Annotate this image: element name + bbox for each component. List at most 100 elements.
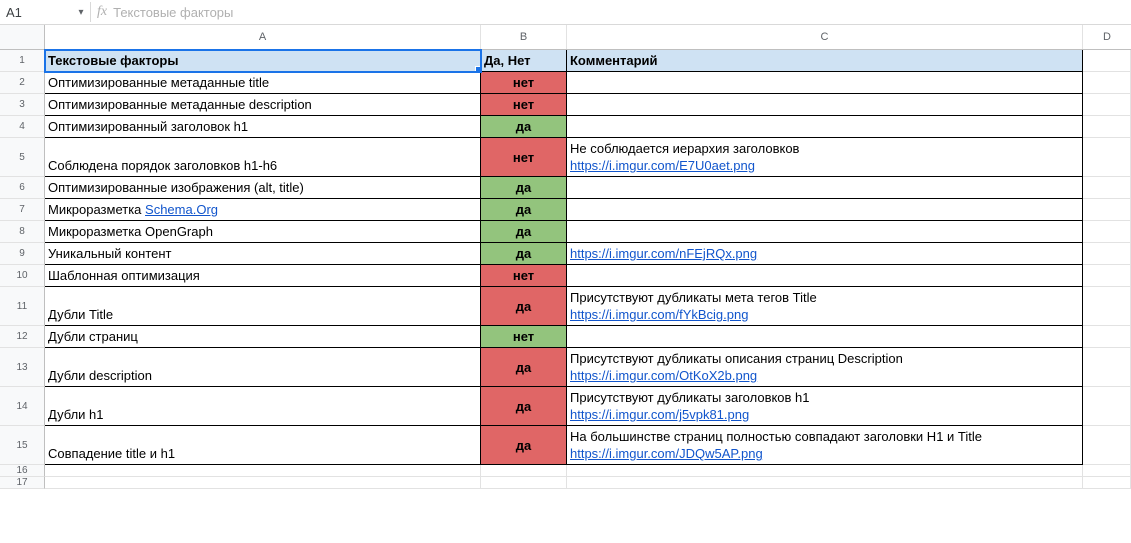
cell-yes-no[interactable]: да: [481, 199, 567, 221]
cell-yes-no[interactable]: нет: [481, 138, 567, 177]
row-number[interactable]: 12: [0, 326, 45, 348]
cell-comment[interactable]: Присутствуют дубликаты заголовков h1http…: [567, 387, 1083, 426]
row-number[interactable]: 1: [0, 50, 45, 72]
cell-empty-d[interactable]: [1083, 199, 1131, 221]
cell-yes-no[interactable]: нет: [481, 94, 567, 116]
cell-text-a[interactable]: Микроразметка OpenGraph: [45, 221, 481, 243]
cell-text-a[interactable]: Оптимизированные изображения (alt, title…: [45, 177, 481, 199]
cell-comment[interactable]: [567, 177, 1083, 199]
cell-empty[interactable]: [481, 465, 567, 477]
cell-link[interactable]: https://i.imgur.com/E7U0aet.png: [570, 158, 755, 173]
name-box-dropdown-icon[interactable]: ▾: [72, 7, 90, 18]
cell-comment[interactable]: Не соблюдается иерархия заголовковhttps:…: [567, 138, 1083, 177]
column-header-d[interactable]: D: [1083, 25, 1131, 49]
row-number[interactable]: 7: [0, 199, 45, 221]
cell-header-b[interactable]: Да, Нет: [481, 50, 567, 72]
cell-yes-no[interactable]: нет: [481, 72, 567, 94]
row-number[interactable]: 10: [0, 265, 45, 287]
cell-empty-d[interactable]: [1083, 426, 1131, 465]
row-number[interactable]: 14: [0, 387, 45, 426]
cell-yes-no[interactable]: да: [481, 177, 567, 199]
cell-link[interactable]: https://i.imgur.com/fYkBcig.png: [570, 307, 748, 322]
column-header-c[interactable]: C: [567, 25, 1083, 49]
cell-yes-no[interactable]: да: [481, 426, 567, 465]
cell-empty-d[interactable]: [1083, 287, 1131, 326]
cell-yes-no[interactable]: да: [481, 387, 567, 426]
cell-yes-no[interactable]: да: [481, 348, 567, 387]
column-header-b[interactable]: B: [481, 25, 567, 49]
cell-link[interactable]: Schema.Org: [145, 202, 218, 217]
cell-comment[interactable]: [567, 116, 1083, 138]
row-number[interactable]: 15: [0, 426, 45, 465]
cell-empty[interactable]: [1083, 465, 1131, 477]
row-number[interactable]: 2: [0, 72, 45, 94]
cell-header-a[interactable]: Текстовые факторы: [45, 50, 481, 72]
column-header-a[interactable]: A: [45, 25, 481, 49]
cell-yes-no[interactable]: да: [481, 243, 567, 265]
cell-empty[interactable]: [45, 465, 481, 477]
cell-empty-d[interactable]: [1083, 387, 1131, 426]
cell-empty[interactable]: [567, 477, 1083, 489]
cell-empty-d[interactable]: [1083, 94, 1131, 116]
cell-empty[interactable]: [567, 465, 1083, 477]
cell-empty[interactable]: [45, 477, 481, 489]
cell-empty-d[interactable]: [1083, 243, 1131, 265]
cell-comment[interactable]: [567, 326, 1083, 348]
row-number[interactable]: 17: [0, 477, 45, 489]
row-number[interactable]: 9: [0, 243, 45, 265]
cell-empty-d[interactable]: [1083, 138, 1131, 177]
cell-empty-d[interactable]: [1083, 72, 1131, 94]
cell-empty-d[interactable]: [1083, 50, 1131, 72]
cell-empty-d[interactable]: [1083, 177, 1131, 199]
cell-empty-d[interactable]: [1083, 326, 1131, 348]
cell-yes-no[interactable]: да: [481, 221, 567, 243]
cell-text-a[interactable]: Дубли h1: [45, 387, 481, 426]
row-number[interactable]: 5: [0, 138, 45, 177]
cell-yes-no[interactable]: да: [481, 116, 567, 138]
cell-comment[interactable]: [567, 221, 1083, 243]
row-number[interactable]: 4: [0, 116, 45, 138]
cell-comment[interactable]: На большинстве страниц полностью совпада…: [567, 426, 1083, 465]
formula-input[interactable]: Текстовые факторы: [113, 5, 233, 20]
cell-text-a[interactable]: Микроразметка Schema.Org: [45, 199, 481, 221]
cell-yes-no[interactable]: нет: [481, 326, 567, 348]
cell-empty[interactable]: [481, 477, 567, 489]
cell-comment[interactable]: [567, 265, 1083, 287]
select-all-corner[interactable]: [0, 25, 45, 49]
cell-comment[interactable]: Присутствуют дубликаты мета тегов Titleh…: [567, 287, 1083, 326]
cell-link[interactable]: https://i.imgur.com/JDQw5AP.png: [570, 446, 763, 461]
cell-text-a[interactable]: Дубли Title: [45, 287, 481, 326]
row-number[interactable]: 3: [0, 94, 45, 116]
cell-text-a[interactable]: Соблюдена порядок заголовков h1-h6: [45, 138, 481, 177]
cell-text-a[interactable]: Дубли страниц: [45, 326, 481, 348]
cell-text-a[interactable]: Шаблонная оптимизация: [45, 265, 481, 287]
cell-text-a[interactable]: Совпадение title и h1: [45, 426, 481, 465]
cell-empty-d[interactable]: [1083, 265, 1131, 287]
cell-text-a[interactable]: Уникальный контент: [45, 243, 481, 265]
cell-link[interactable]: https://i.imgur.com/j5vpk81.png: [570, 407, 749, 422]
cell-link[interactable]: https://i.imgur.com/OtKoX2b.png: [570, 368, 757, 383]
cell-yes-no[interactable]: нет: [481, 265, 567, 287]
row-number[interactable]: 11: [0, 287, 45, 326]
row-number[interactable]: 8: [0, 221, 45, 243]
cell-comment[interactable]: https://i.imgur.com/nFEjRQx.png: [567, 243, 1083, 265]
cell-text-a[interactable]: Оптимизированный заголовок h1: [45, 116, 481, 138]
cell-link[interactable]: https://i.imgur.com/nFEjRQx.png: [570, 246, 757, 261]
cell-empty-d[interactable]: [1083, 221, 1131, 243]
cell-text-a[interactable]: Оптимизированные метаданные title: [45, 72, 481, 94]
row-number[interactable]: 16: [0, 465, 45, 477]
name-box[interactable]: A1: [0, 5, 72, 20]
cell-text-a[interactable]: Дубли description: [45, 348, 481, 387]
cell-empty[interactable]: [1083, 477, 1131, 489]
row-number[interactable]: 13: [0, 348, 45, 387]
cell-empty-d[interactable]: [1083, 348, 1131, 387]
cell-comment[interactable]: Присутствуют дубликаты описания страниц …: [567, 348, 1083, 387]
cell-yes-no[interactable]: да: [481, 287, 567, 326]
cell-text-a[interactable]: Оптимизированные метаданные description: [45, 94, 481, 116]
cell-comment[interactable]: [567, 199, 1083, 221]
row-number[interactable]: 6: [0, 177, 45, 199]
cell-header-c[interactable]: Комментарий: [567, 50, 1083, 72]
cell-empty-d[interactable]: [1083, 116, 1131, 138]
cell-comment[interactable]: [567, 72, 1083, 94]
cell-comment[interactable]: [567, 94, 1083, 116]
